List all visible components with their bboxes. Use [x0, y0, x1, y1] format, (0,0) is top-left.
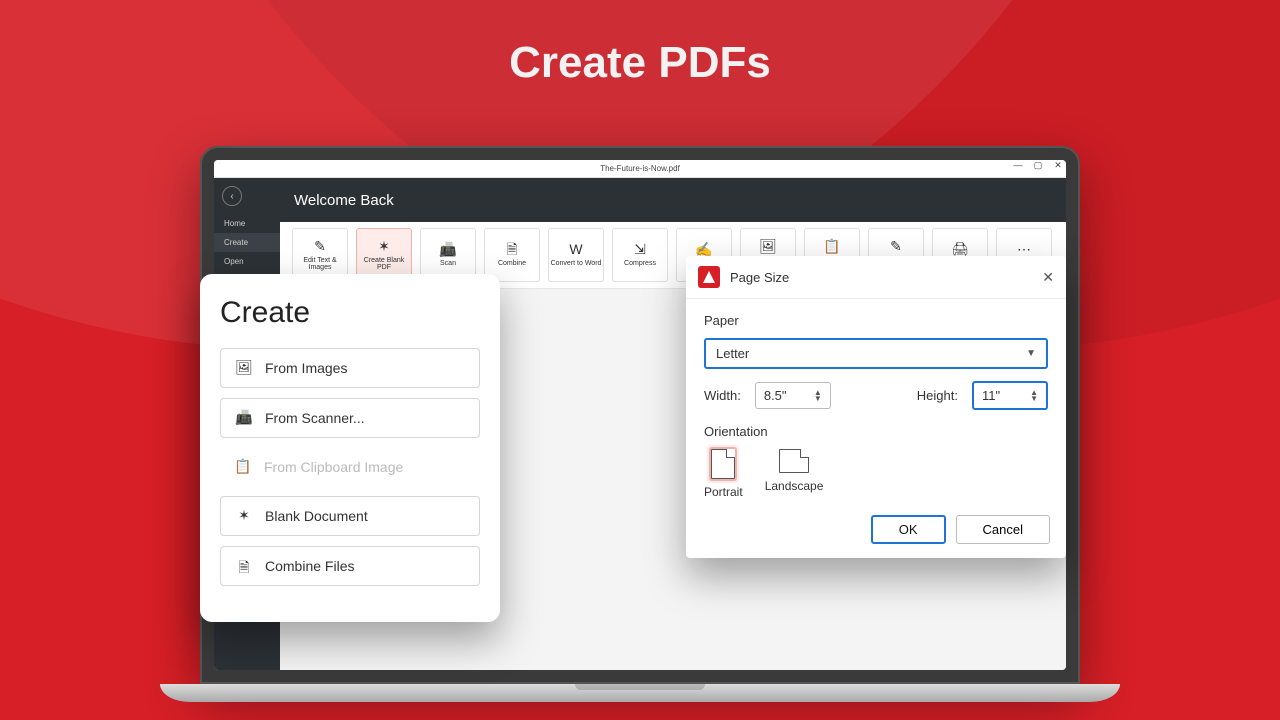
window-filename: The-Future-is-Now.pdf — [600, 164, 680, 173]
tool-label: Edit Text & Images — [293, 257, 347, 272]
paper-value: Letter — [716, 346, 749, 361]
close-icon[interactable]: ✕ — [1052, 160, 1064, 171]
sidebar-item-home[interactable]: Home — [214, 214, 280, 233]
width-label: Width: — [704, 388, 741, 403]
tool-label: Convert to Word — [551, 260, 602, 267]
tool-label: Create Blank PDF — [357, 257, 411, 272]
cancel-button[interactable]: Cancel — [956, 515, 1050, 544]
width-stepper[interactable]: 8.5" ▲▼ — [755, 382, 831, 409]
spinner-icon[interactable]: ▲▼ — [1030, 390, 1038, 402]
tool-icon: W — [569, 242, 582, 257]
landscape-icon — [779, 449, 809, 473]
option-label: Combine Files — [265, 558, 354, 574]
option-label: From Clipboard Image — [264, 459, 403, 475]
option-label: Blank Document — [265, 508, 368, 524]
welcome-heading: Welcome Back — [280, 178, 1066, 222]
close-dialog-button[interactable]: ✕ — [1042, 269, 1054, 286]
option-icon: 🖼 — [235, 359, 253, 377]
option-icon: ✶ — [235, 507, 253, 525]
option-icon: 📋 — [234, 458, 252, 476]
tool-icon: ⇲ — [634, 242, 646, 257]
paper-label: Paper — [704, 313, 1048, 328]
tool-icon: 📠 — [439, 242, 456, 257]
minimize-icon[interactable]: — — [1012, 160, 1024, 171]
sidebar-item-open[interactable]: Open — [214, 252, 280, 271]
tool-convert-to-word[interactable]: W Convert to Word — [548, 228, 604, 282]
orientation-portrait[interactable]: Portrait — [704, 449, 743, 499]
portrait-icon — [711, 449, 735, 479]
tool-icon: 🖨 — [951, 242, 969, 257]
tool-icon: 🖼 — [759, 239, 777, 254]
dialog-title: Page Size — [730, 270, 789, 285]
maximize-icon[interactable]: ▢ — [1032, 160, 1044, 171]
option-icon: 📠 — [235, 409, 253, 427]
tool-label: Combine — [498, 260, 526, 267]
create-option-blank-document[interactable]: ✶ Blank Document — [220, 496, 480, 536]
laptop-base — [160, 684, 1120, 702]
create-option-combine-files[interactable]: 🗎 Combine Files — [220, 546, 480, 586]
tool-icon: ✎ — [890, 239, 902, 254]
back-icon: ‹ — [230, 191, 233, 202]
window-titlebar: The-Future-is-Now.pdf — ▢ ✕ — [214, 160, 1066, 178]
spinner-icon[interactable]: ▲▼ — [814, 390, 822, 402]
option-label: From Images — [265, 360, 347, 376]
option-icon: 🗎 — [235, 557, 253, 575]
tool-icon: ⋯ — [1017, 242, 1031, 257]
app-logo-icon — [698, 266, 720, 288]
tool-label: Scan — [440, 260, 456, 267]
height-stepper[interactable]: 11" ▲▼ — [972, 381, 1048, 410]
tool-icon: ✎ — [314, 239, 326, 254]
tool-label: Compress — [624, 260, 656, 267]
back-button[interactable]: ‹ — [222, 186, 242, 206]
tool-icon: ✍ — [695, 242, 712, 257]
tool-icon: ✶ — [378, 239, 390, 254]
paper-select[interactable]: Letter ▼ — [704, 338, 1048, 369]
width-value: 8.5" — [764, 388, 787, 403]
tool-icon: 📋 — [823, 239, 840, 254]
height-label: Height: — [917, 388, 958, 403]
orientation-landscape[interactable]: Landscape — [765, 449, 824, 499]
create-option-from-clipboard-image: 📋 From Clipboard Image — [220, 448, 480, 486]
chevron-down-icon: ▼ — [1026, 348, 1036, 359]
tool-compress[interactable]: ⇲ Compress — [612, 228, 668, 282]
option-label: From Scanner... — [265, 410, 365, 426]
create-option-from-images[interactable]: 🖼 From Images — [220, 348, 480, 388]
create-option-from-scanner-[interactable]: 📠 From Scanner... — [220, 398, 480, 438]
tool-icon: 🗎 — [506, 242, 517, 257]
sidebar-item-create[interactable]: Create — [214, 233, 280, 252]
height-value: 11" — [982, 388, 1000, 403]
create-heading: Create — [220, 296, 480, 330]
create-popover: Create 🖼 From Images 📠 From Scanner... 📋 From… — [200, 274, 500, 622]
page-size-dialog: Page Size ✕ Paper Letter ▼ Width: 8.5" ▲… — [686, 256, 1066, 558]
ok-button[interactable]: OK — [871, 515, 946, 544]
orientation-label: Orientation — [704, 424, 1048, 439]
